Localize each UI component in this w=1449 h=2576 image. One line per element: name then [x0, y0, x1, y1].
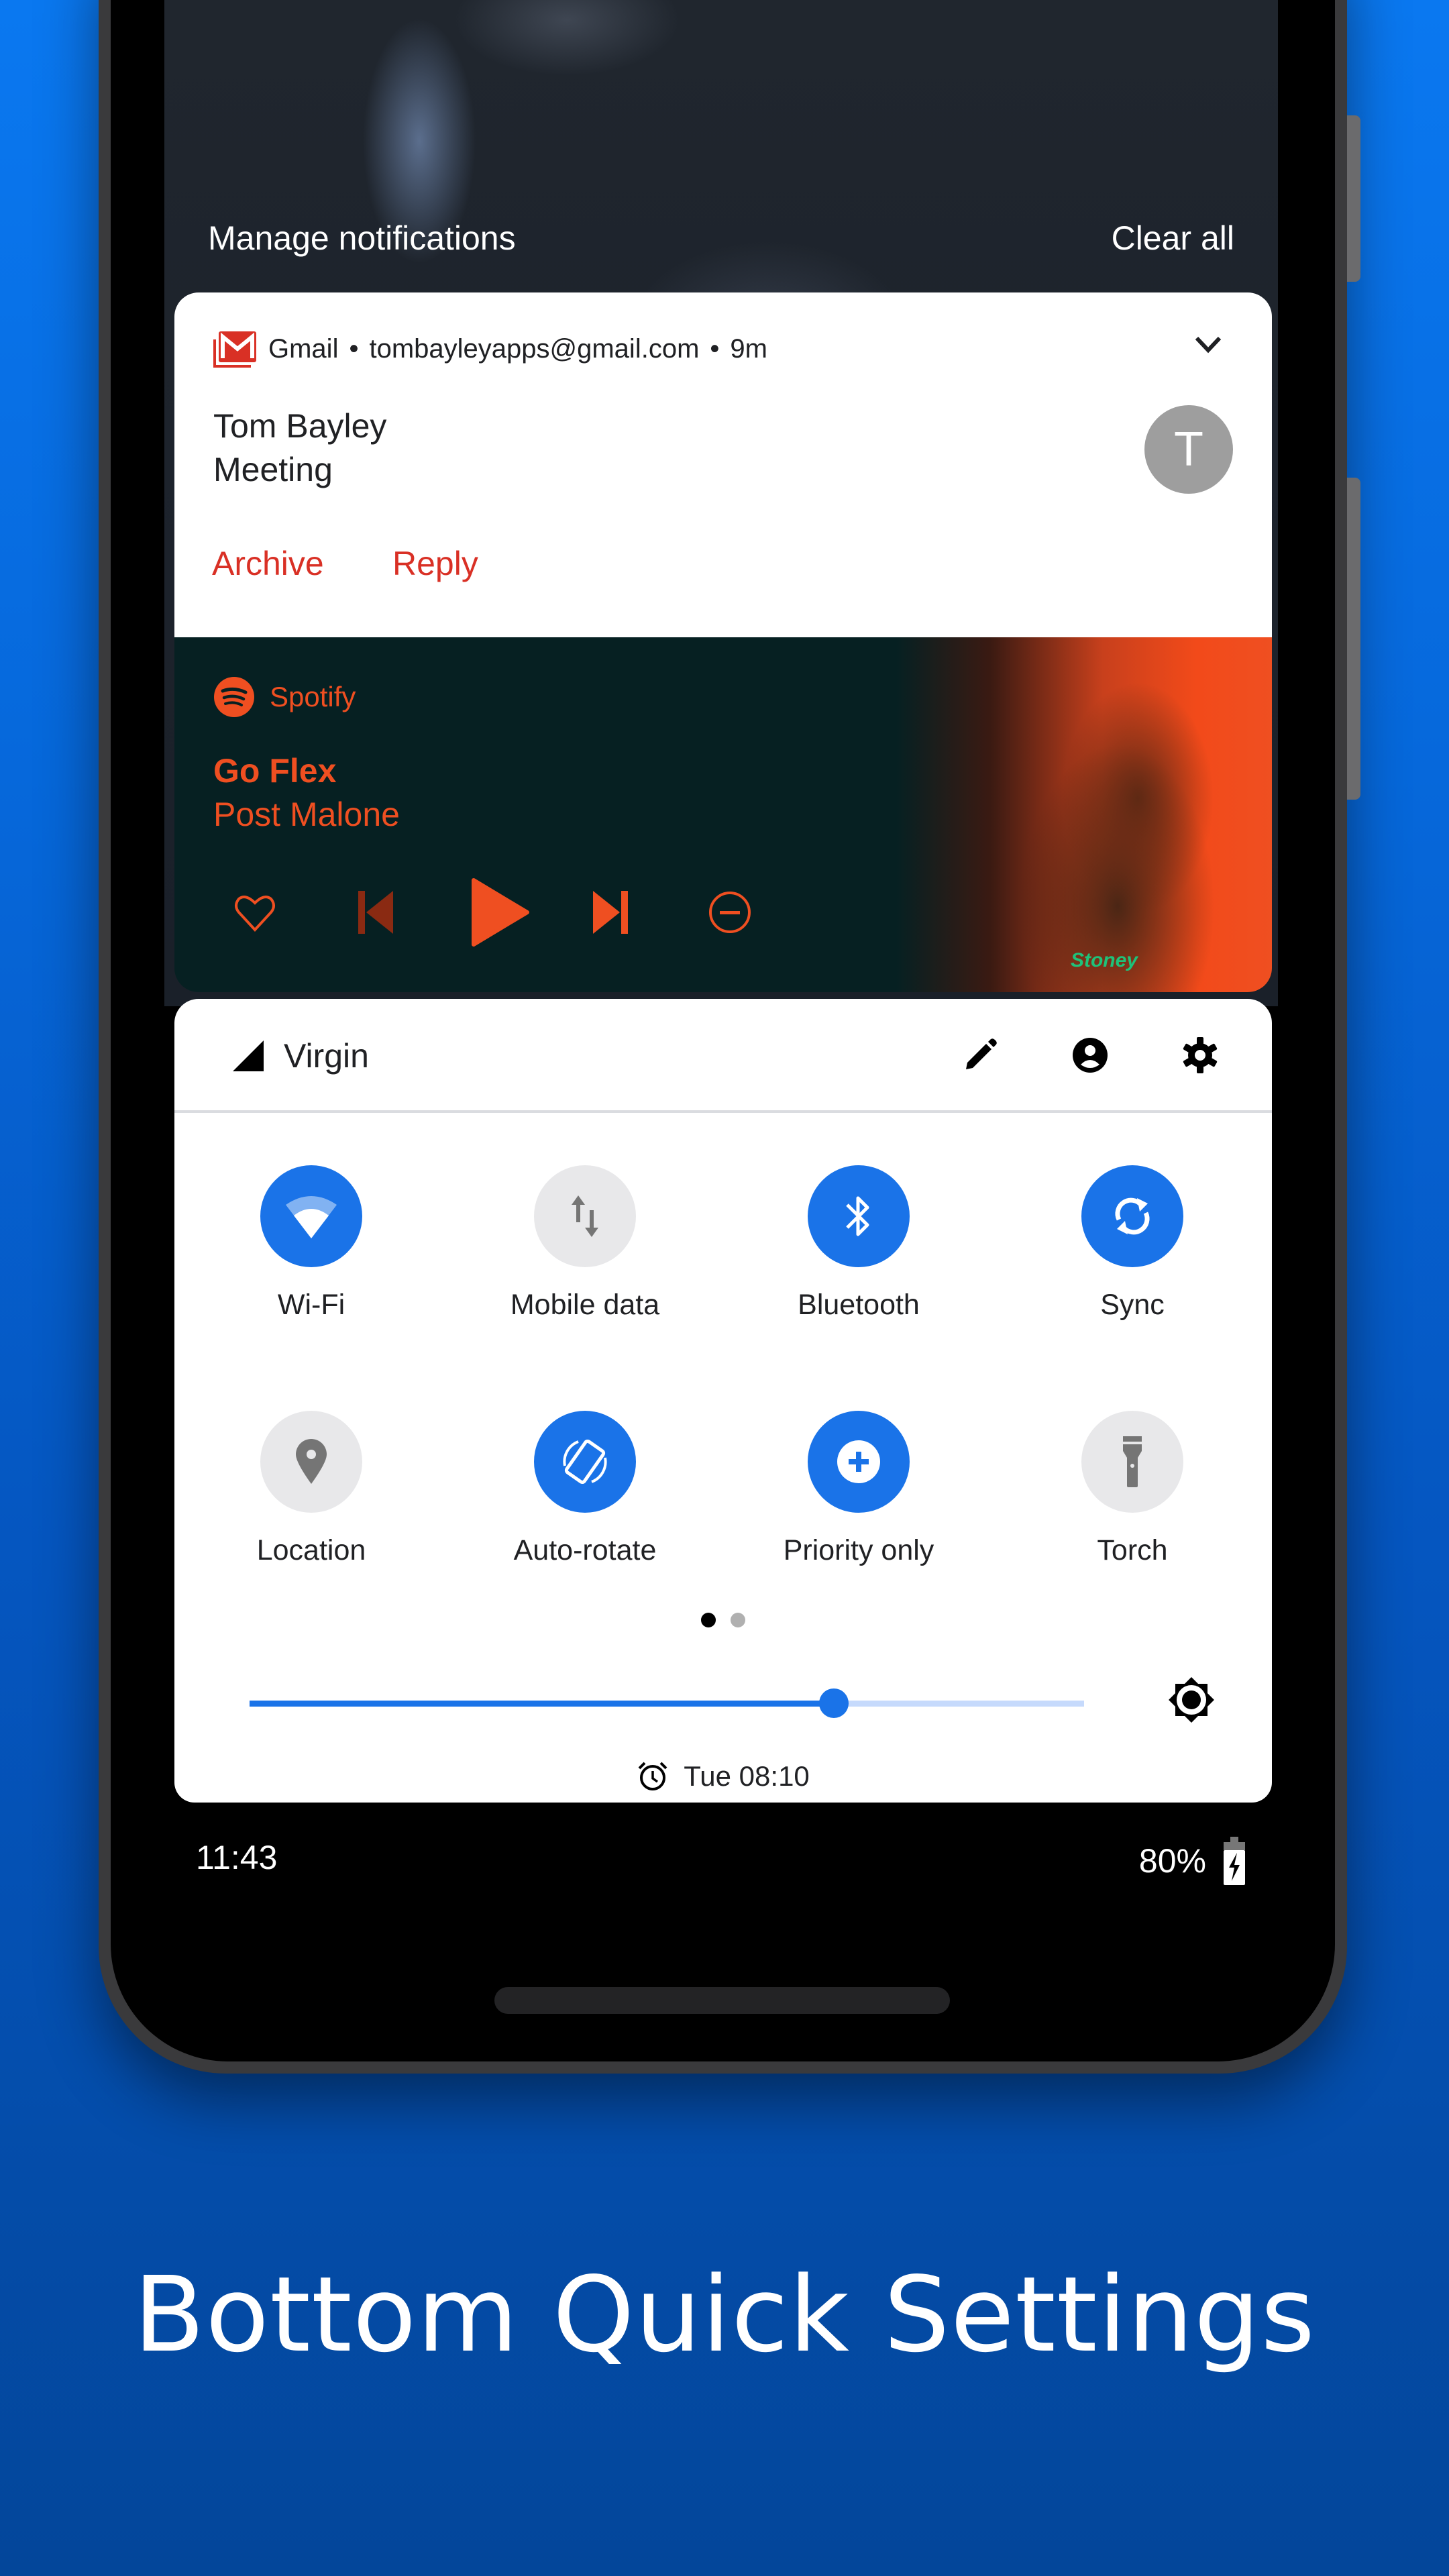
tile-label: Auto-rotate — [513, 1534, 657, 1566]
app-name: Gmail — [268, 333, 339, 364]
previous-button[interactable] — [349, 879, 402, 946]
reply-button[interactable]: Reply — [392, 544, 478, 583]
edit-icon — [966, 1038, 997, 1069]
album-tag: Stoney — [1070, 949, 1138, 971]
tile-label: Wi-Fi — [277, 1289, 345, 1321]
edit-button[interactable] — [959, 1034, 1002, 1077]
quick-settings-panel: Virgin Wi-Fi Mobile data Bluetooth Sync … — [174, 999, 1272, 1803]
wifi-icon — [286, 1196, 337, 1238]
tile-toggle[interactable] — [534, 1411, 636, 1513]
location-icon — [296, 1439, 327, 1484]
album-art: Stoney — [896, 637, 1272, 992]
account-email: tombayleyapps@gmail.com — [369, 333, 700, 364]
tile-label: Bluetooth — [798, 1289, 920, 1321]
page-dot[interactable] — [731, 1613, 745, 1627]
tile-bluetooth[interactable]: Bluetooth — [738, 1165, 979, 1322]
brightness-icon[interactable] — [1161, 1670, 1222, 1730]
tile-sync[interactable]: Sync — [1012, 1165, 1253, 1322]
tile-toggle[interactable] — [1081, 1165, 1183, 1267]
tile-toggle[interactable] — [1081, 1411, 1183, 1513]
email-subject: Meeting — [213, 451, 333, 488]
page-dot[interactable] — [701, 1613, 716, 1627]
user-button[interactable] — [1069, 1034, 1112, 1077]
spotify-icon — [214, 677, 254, 717]
email-sender: Tom Bayley — [213, 407, 387, 445]
gmail-icon — [213, 331, 256, 368]
tile-torch[interactable]: Torch — [1012, 1411, 1253, 1567]
mobile-data-icon — [572, 1195, 598, 1237]
bluetooth-icon — [846, 1196, 869, 1236]
media-controls — [228, 872, 757, 953]
sync-icon — [1115, 1197, 1150, 1235]
slider-thumb[interactable] — [818, 1688, 849, 1718]
remove-button[interactable] — [703, 879, 757, 946]
avatar: T — [1144, 405, 1233, 494]
notification-time: 9m — [730, 333, 767, 364]
priority-icon — [837, 1440, 880, 1483]
battery-charging-icon — [1224, 1837, 1245, 1885]
settings-button[interactable] — [1179, 1034, 1222, 1077]
separator: • — [710, 333, 720, 364]
track-title: Go Flex — [213, 752, 337, 790]
tile-label: Sync — [1100, 1289, 1165, 1321]
user-icon — [1073, 1038, 1108, 1073]
carrier-name: Virgin — [284, 1037, 369, 1075]
power-button — [1347, 478, 1360, 800]
play-button[interactable] — [466, 872, 533, 953]
tile-label: Priority only — [783, 1534, 934, 1566]
tile-toggle[interactable] — [534, 1165, 636, 1267]
like-button[interactable] — [228, 879, 282, 946]
status-time: 11:43 — [196, 1839, 278, 1876]
settings-icon — [1183, 1037, 1218, 1073]
archive-button[interactable]: Archive — [212, 544, 324, 583]
tile-auto-rotate[interactable]: Auto-rotate — [464, 1411, 706, 1567]
tile-priority-only[interactable]: Priority only — [738, 1411, 979, 1567]
tile-toggle[interactable] — [808, 1411, 910, 1513]
app-name: Spotify — [270, 681, 356, 712]
skip-previous-icon — [358, 891, 393, 934]
spotify-media-notification[interactable]: Stoney Spotify Go Flex Post Malone — [174, 637, 1272, 992]
tile-label: Mobile data — [510, 1289, 660, 1321]
brightness-slider[interactable] — [250, 1683, 1084, 1723]
next-alarm[interactable]: Tue 08:10 — [174, 1760, 1272, 1792]
battery-status: 80% — [1139, 1837, 1248, 1885]
tile-mobile-data[interactable]: Mobile data — [464, 1165, 706, 1322]
promo-title: Bottom Quick Settings — [133, 2254, 1316, 2375]
tile-toggle[interactable] — [260, 1165, 362, 1267]
notification-actions-bar: Manage notifications Clear all — [164, 215, 1278, 262]
auto-rotate-icon — [563, 1439, 607, 1485]
play-icon — [472, 878, 529, 947]
manage-notifications-button[interactable]: Manage notifications — [208, 219, 516, 258]
carrier-info: Virgin — [231, 1036, 369, 1075]
alarm-icon — [638, 1762, 667, 1790]
track-artist: Post Malone — [213, 796, 400, 833]
battery-percent: 80% — [1138, 1842, 1206, 1880]
tile-wifi[interactable]: Wi-Fi — [191, 1165, 432, 1322]
signal-icon — [233, 1040, 264, 1071]
slider-fill — [250, 1701, 834, 1707]
tile-location[interactable]: Location — [191, 1411, 432, 1567]
heart-icon — [235, 896, 275, 932]
notification-header: Gmail • tombayleyapps@gmail.com • 9m — [213, 330, 767, 368]
quick-settings-header: Virgin — [174, 999, 1272, 1113]
tile-label: Torch — [1097, 1534, 1168, 1566]
skip-next-icon — [593, 891, 628, 934]
tile-label: Location — [256, 1534, 366, 1566]
page-indicator — [174, 1613, 1272, 1627]
chevron-down-icon[interactable] — [1191, 331, 1225, 358]
torch-icon — [1123, 1436, 1142, 1487]
alarm-time: Tue 08:10 — [684, 1760, 810, 1792]
clear-all-button[interactable]: Clear all — [1112, 219, 1234, 258]
separator: • — [349, 333, 359, 364]
volume-button — [1347, 115, 1360, 282]
gmail-notification[interactable]: Gmail • tombayleyapps@gmail.com • 9m Tom… — [174, 292, 1272, 637]
remove-circle-icon — [709, 892, 751, 933]
next-button[interactable] — [584, 879, 637, 946]
notification-header: Spotify — [213, 676, 356, 718]
home-gesture-bar[interactable] — [494, 1987, 950, 2014]
tile-toggle[interactable] — [260, 1411, 362, 1513]
tile-toggle[interactable] — [808, 1165, 910, 1267]
